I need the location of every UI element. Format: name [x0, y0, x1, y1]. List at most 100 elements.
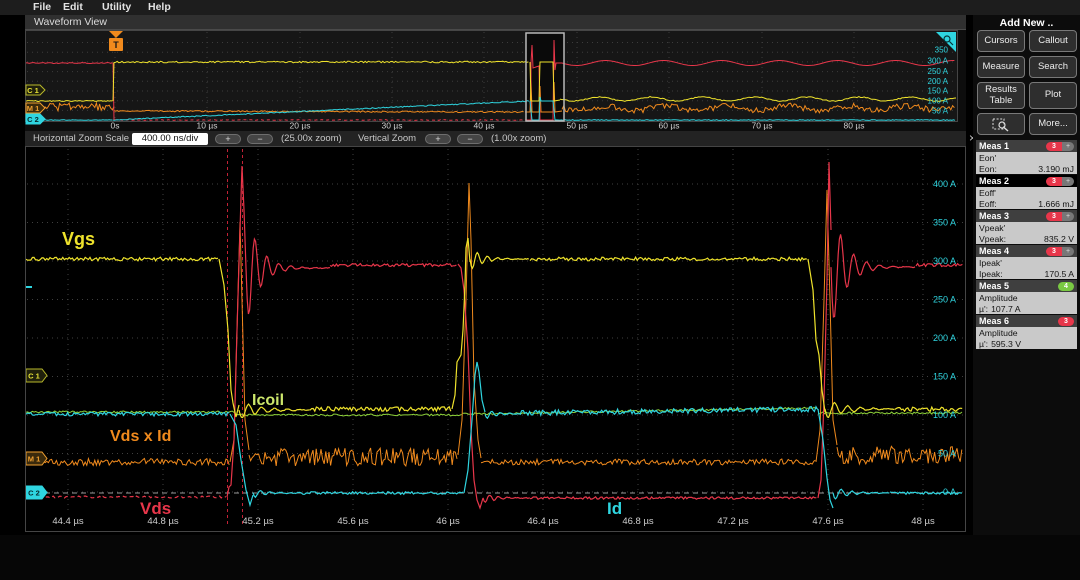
main-amp-label: 250 A	[933, 295, 956, 305]
svg-text:C 1: C 1	[27, 86, 39, 95]
measurement-value: 1.666 mJ	[1038, 199, 1074, 210]
measurement-count-badge: 3+	[1046, 177, 1074, 186]
overview-time-label: 20 µs	[290, 121, 311, 131]
measurement-label: µ':	[979, 304, 988, 315]
measurement-count-badge: 3+	[1046, 212, 1074, 221]
overview-amp-label: 50 A	[932, 107, 949, 116]
channel-marker-c2[interactable]: C 2	[26, 486, 47, 499]
overview-time-label: 40 µs	[474, 121, 495, 131]
overview-strip: TC 1M 1C 20s10 µs20 µs30 µs40 µs50 µs60 …	[25, 30, 966, 131]
overview-amp-label: 200 A	[928, 77, 949, 86]
main-amp-label: 400 A	[933, 179, 956, 189]
overview-time-label: 10 µs	[197, 121, 218, 131]
measurement-badge-1[interactable]: Meas 13+Eon'Eon:3.190 mJ	[976, 140, 1077, 174]
h-zoom-scale-input[interactable]: 400.00 ns/div	[132, 133, 208, 145]
v-zoom-factor: (1.00x zoom)	[491, 131, 546, 146]
measurement-type: Eon'	[979, 153, 1074, 164]
main-time-label: 48 µs	[911, 516, 935, 527]
measurement-label: Ipeak:	[979, 269, 1003, 280]
zoom-select-icon-button[interactable]	[977, 113, 1025, 135]
measurement-label: Eoff:	[979, 199, 997, 210]
annotation-vds: Vds	[140, 499, 171, 518]
plot-button[interactable]: Plot	[1029, 82, 1077, 109]
measurement-badge-3[interactable]: Meas 33+Vpeak'Vpeak:835.2 V	[976, 210, 1077, 244]
menu-item-edit[interactable]: Edit	[63, 1, 83, 13]
measurement-badge-6[interactable]: Meas 63Amplitudeµ':595.3 V	[976, 315, 1077, 349]
cursors-button[interactable]: Cursors	[977, 30, 1025, 52]
main-time-label: 46.4 µs	[527, 516, 559, 527]
measurement-name: Meas 5	[979, 281, 1009, 291]
waveform-view-title: Waveform View	[34, 16, 107, 28]
waveform-view-tab[interactable]: Waveform View	[25, 15, 966, 30]
main-time-label: 44.4 µs	[52, 516, 84, 527]
main-amp-label: 50 A	[938, 449, 956, 459]
h-zoom-plus-button[interactable]: +	[215, 134, 241, 144]
main-time-label: 47.2 µs	[717, 516, 749, 527]
overview-time-label: 0s	[111, 121, 120, 131]
callout-button[interactable]: Callout	[1029, 30, 1077, 52]
overview-time-label: 50 µs	[567, 121, 588, 131]
v-zoom-label: Vertical Zoom	[358, 131, 416, 146]
main-time-label: 47.6 µs	[812, 516, 844, 527]
channel-marker-c2[interactable]: C 2	[26, 114, 45, 124]
channel-marker-m1[interactable]: M 1	[26, 452, 47, 465]
svg-text:C 2: C 2	[27, 115, 39, 124]
measurement-name: Meas 3	[979, 211, 1009, 221]
measurement-count-badge: 3+	[1046, 247, 1074, 256]
overview-time-label: 80 µs	[844, 121, 865, 131]
measurement-count-badge: 4	[1058, 282, 1074, 291]
measurement-label: Eon:	[979, 164, 997, 175]
measurement-badge-5[interactable]: Meas 54Amplitudeµ':107.7 A	[976, 280, 1077, 314]
more--button[interactable]: More...	[1029, 113, 1077, 135]
overview-amp-label: 300 A	[928, 57, 949, 66]
menu-item-file[interactable]: File	[33, 1, 51, 13]
measurement-name: Meas 2	[979, 176, 1009, 186]
menu-bar: File Edit Utility Help	[0, 0, 1080, 15]
svg-text:M 1: M 1	[28, 454, 41, 463]
measurement-value: 170.5 A	[1045, 269, 1074, 280]
main-amp-label: 100 A	[933, 410, 956, 420]
main-waveform-view: C 1M 1C 244.4 µs44.8 µs45.2 µs45.6 µs46 …	[25, 146, 966, 532]
add-new-title: Add New ..	[973, 17, 1080, 29]
channel-marker-c1[interactable]: C 1	[26, 85, 45, 95]
v-zoom-minus-button[interactable]: −	[457, 134, 483, 144]
main-amp-label: 0 A	[943, 487, 956, 497]
annotation-id: Id	[607, 499, 622, 518]
measure-button[interactable]: Measure	[977, 56, 1025, 78]
measurement-name: Meas 1	[979, 141, 1009, 151]
h-zoom-factor: (25.00x zoom)	[281, 131, 342, 146]
h-zoom-scale-label: Horizontal Zoom Scale	[33, 131, 129, 146]
measurement-value: 107.7 A	[991, 304, 1020, 315]
measurement-type: Ipeak'	[979, 258, 1074, 269]
overview-amp-label: 350	[935, 46, 949, 55]
menu-item-help[interactable]: Help	[148, 1, 171, 13]
overview-time-label: 30 µs	[382, 121, 403, 131]
measurement-value: 595.3 V	[991, 339, 1021, 350]
main-amp-label: 200 A	[933, 333, 956, 343]
measurement-name: Meas 4	[979, 246, 1009, 256]
channel-marker-c1[interactable]: C 1	[26, 369, 47, 382]
svg-text:C 2: C 2	[28, 488, 40, 497]
v-zoom-plus-button[interactable]: +	[425, 134, 451, 144]
overview-time-label: 60 µs	[659, 121, 680, 131]
measurements-list: Meas 13+Eon'Eon:3.190 mJMeas 23+Eoff'Eof…	[976, 140, 1077, 350]
overview-time-label: 70 µs	[752, 121, 773, 131]
oscilloscope-app: FileEditUtilityHelp Waveform View TC 1M …	[0, 0, 1080, 580]
results-table-button[interactable]: Results Table	[977, 82, 1025, 109]
h-zoom-minus-button[interactable]: −	[247, 134, 273, 144]
channel-marker-m1[interactable]: M 1	[26, 103, 45, 113]
measurement-badge-2[interactable]: Meas 23+Eoff'Eoff:1.666 mJ	[976, 175, 1077, 209]
measurement-type: Amplitude	[979, 328, 1074, 339]
measurement-value: 835.2 V	[1044, 234, 1074, 245]
measurement-count-badge: 3	[1058, 317, 1074, 326]
svg-text:C 1: C 1	[28, 371, 40, 380]
zoom-select-icon	[992, 117, 1010, 132]
menu-item-utility[interactable]: Utility	[102, 1, 131, 13]
measurement-badge-4[interactable]: Meas 4 3+ Ipeak'Ipeak: 170.5 A	[976, 245, 1077, 279]
overview-amp-label: 250 A	[928, 67, 949, 76]
expand-icon: +	[1062, 212, 1074, 221]
measurement-value: 3.190 mJ	[1038, 164, 1074, 175]
search-button[interactable]: Search	[1029, 56, 1077, 78]
main-time-label: 45.2 µs	[242, 516, 274, 527]
measurement-label: µ':	[979, 339, 988, 350]
